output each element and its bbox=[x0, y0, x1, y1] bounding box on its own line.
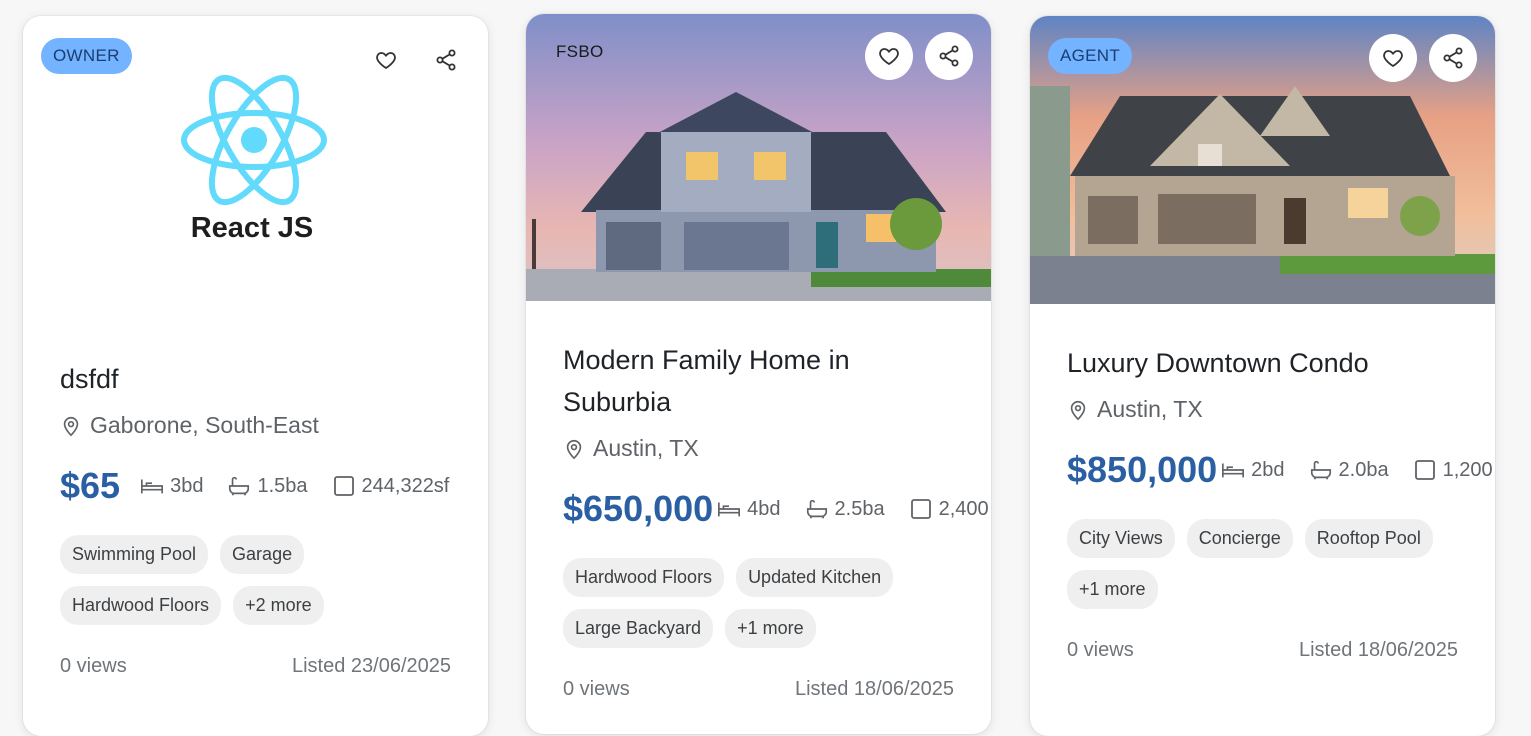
listed-date: Listed 23/06/2025 bbox=[291, 655, 451, 677]
area-stat: 1,200 bbox=[1413, 459, 1493, 482]
amenity-tag: Hardwood Floors bbox=[563, 558, 725, 597]
more-tags-chip[interactable]: +1 more bbox=[1067, 570, 1158, 609]
share-icon bbox=[436, 49, 456, 71]
views-count: 0 views bbox=[563, 678, 630, 700]
listing-price: $650,000 bbox=[563, 488, 714, 529]
listing-type-badge: AGENT bbox=[1048, 38, 1133, 74]
bed-icon bbox=[718, 502, 741, 517]
more-tags-chip[interactable]: +1 more bbox=[725, 609, 816, 648]
listing-price: $850,000 bbox=[1067, 449, 1218, 490]
amenity-tag: Swimming Pool bbox=[60, 535, 209, 574]
location-text: Gaborone, South-East bbox=[90, 412, 319, 438]
listing-title[interactable]: Luxury Downtown Condo bbox=[1067, 342, 1458, 384]
share-icon bbox=[939, 45, 959, 67]
listing-stats: $850,000 2bd 2.0ba 1,200 bbox=[1067, 449, 1493, 491]
baths-value: 1.5ba bbox=[257, 474, 308, 497]
amenity-tags: City Views Concierge Rooftop Pool +1 mor… bbox=[1067, 519, 1467, 609]
share-button[interactable] bbox=[925, 32, 973, 80]
location-text: Austin, TX bbox=[1097, 396, 1203, 422]
area-value: 1,200 bbox=[1442, 458, 1493, 481]
listing-stats: $65 3bd 1.5ba 244,322sf bbox=[60, 465, 451, 507]
location-pin-icon bbox=[63, 416, 79, 436]
beds-value: 2bd bbox=[1251, 458, 1285, 481]
listing-type-badge: OWNER bbox=[41, 38, 132, 74]
heart-icon bbox=[1383, 50, 1403, 67]
listing-price: $65 bbox=[60, 465, 121, 506]
listing-type-badge: FSBO bbox=[556, 42, 604, 61]
beds-value: 3bd bbox=[170, 474, 204, 497]
share-button[interactable] bbox=[422, 36, 470, 84]
baths-stat: 1.5ba bbox=[227, 474, 308, 498]
beds-stat: 4bd bbox=[717, 497, 781, 521]
favorite-button[interactable] bbox=[1369, 34, 1417, 82]
views-count: 0 views bbox=[1067, 639, 1134, 661]
listing-card[interactable]: React JS OWNER dsfdf Gaborone, South-Eas… bbox=[23, 16, 488, 736]
views-count: 0 views bbox=[60, 655, 127, 677]
amenity-tag: City Views bbox=[1067, 519, 1175, 558]
listing-card[interactable]: FSBO Modern Family Home in Suburbia Aust… bbox=[526, 14, 991, 734]
amenity-tag: Hardwood Floors bbox=[60, 586, 222, 625]
area-stat: 2,400 bbox=[909, 498, 989, 521]
listed-date: Listed 18/06/2025 bbox=[794, 678, 954, 700]
amenity-tags: Swimming Pool Garage Hardwood Floors +2 … bbox=[60, 535, 460, 625]
more-tags-chip[interactable]: +2 more bbox=[233, 586, 324, 625]
square-area-icon bbox=[910, 499, 931, 519]
area-value: 2,400 bbox=[938, 497, 989, 520]
bed-icon bbox=[1222, 463, 1245, 478]
listing-image[interactable]: FSBO bbox=[526, 14, 991, 301]
heart-icon bbox=[879, 48, 899, 65]
amenity-tags: Hardwood Floors Updated Kitchen Large Ba… bbox=[563, 558, 963, 648]
amenity-tag: Garage bbox=[220, 535, 305, 574]
amenity-tag: Concierge bbox=[1186, 519, 1293, 558]
listing-title[interactable]: Modern Family Home in Suburbia bbox=[563, 339, 954, 423]
bathtub-icon bbox=[1310, 460, 1331, 480]
beds-value: 4bd bbox=[747, 497, 781, 520]
amenity-tag: Rooftop Pool bbox=[1304, 519, 1433, 558]
amenity-tag: Updated Kitchen bbox=[736, 558, 894, 597]
square-area-icon bbox=[333, 476, 354, 496]
beds-stat: 2bd bbox=[1221, 458, 1285, 482]
location-pin-icon bbox=[566, 439, 582, 459]
baths-stat: 2.0ba bbox=[1309, 459, 1389, 482]
listing-footer: 0 views Listed 18/06/2025 bbox=[563, 678, 954, 701]
location-pin-icon bbox=[1070, 400, 1086, 420]
listing-image[interactable]: AGENT bbox=[1030, 16, 1495, 304]
svg-text:React JS: React JS bbox=[191, 212, 314, 244]
beds-stat: 3bd bbox=[140, 475, 203, 498]
baths-value: 2.5ba bbox=[834, 497, 885, 520]
bathtub-icon bbox=[229, 476, 250, 496]
listing-location: Gaborone, South-East bbox=[60, 412, 451, 439]
favorite-button[interactable] bbox=[362, 36, 410, 84]
location-text: Austin, TX bbox=[593, 435, 699, 461]
listing-location: Austin, TX bbox=[563, 435, 954, 462]
listing-title[interactable]: dsfdf bbox=[60, 358, 451, 400]
favorite-button[interactable] bbox=[865, 32, 913, 80]
listing-image[interactable]: React JS OWNER bbox=[23, 16, 488, 303]
baths-value: 2.0ba bbox=[1338, 458, 1389, 481]
bed-icon bbox=[141, 479, 164, 494]
bathtub-icon bbox=[806, 499, 827, 519]
share-button[interactable] bbox=[1429, 34, 1477, 82]
listing-footer: 0 views Listed 23/06/2025 bbox=[60, 655, 451, 678]
square-area-icon bbox=[1414, 460, 1435, 480]
listed-date: Listed 18/06/2025 bbox=[1298, 639, 1458, 661]
heart-icon bbox=[376, 52, 396, 69]
listing-card[interactable]: AGENT Luxury Downtown Condo Austin, TX $… bbox=[1030, 16, 1495, 736]
listing-footer: 0 views Listed 18/06/2025 bbox=[1067, 639, 1458, 662]
share-icon bbox=[1443, 47, 1463, 69]
amenity-tag: Large Backyard bbox=[563, 609, 714, 648]
listing-stats: $650,000 4bd 2.5ba 2,400 bbox=[563, 488, 989, 530]
baths-stat: 2.5ba bbox=[805, 498, 885, 521]
listing-location: Austin, TX bbox=[1067, 396, 1458, 423]
area-stat: 244,322sf bbox=[332, 474, 450, 498]
area-value: 244,322sf bbox=[361, 474, 450, 497]
